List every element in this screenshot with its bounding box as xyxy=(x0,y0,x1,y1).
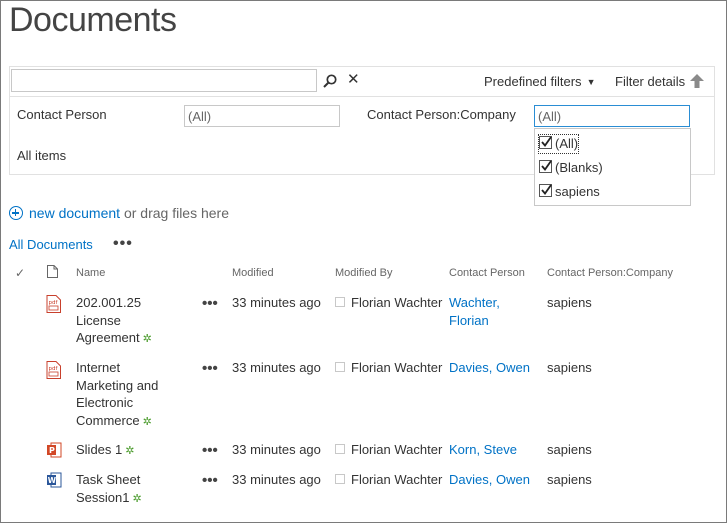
presence-icon xyxy=(335,362,345,372)
row-4-modified: 33 minutes ago xyxy=(232,472,321,487)
name-line: Session1 xyxy=(76,489,130,505)
file-type-header-icon xyxy=(47,265,58,278)
predefined-filters-label: Predefined filters xyxy=(484,74,582,89)
dropdown-option-sapiens[interactable]: sapiens xyxy=(539,183,600,201)
dropdown-option-all[interactable]: (All) xyxy=(537,134,580,154)
checkbox-checked-icon[interactable] xyxy=(539,136,552,149)
checkbox-checked-icon[interactable] xyxy=(539,184,552,197)
name-line: Internet xyxy=(76,360,121,375)
name-line: License xyxy=(76,312,121,328)
row-2-contact-person[interactable]: Davies, Owen xyxy=(449,359,530,377)
row-1-more-icon[interactable]: ••• xyxy=(202,295,218,312)
row-4-company: sapiens xyxy=(547,472,592,487)
search-input[interactable] xyxy=(11,69,317,92)
row-2-more-icon[interactable]: ••• xyxy=(202,360,218,377)
row-2-modified: 33 minutes ago xyxy=(232,360,321,375)
select-all-checkmark-icon[interactable]: ✓ xyxy=(15,266,25,280)
row-3-name[interactable]: Slides 1 ✲ xyxy=(76,441,176,461)
presence-icon xyxy=(335,444,345,454)
drag-hint: or drag files here xyxy=(123,205,230,221)
presence-icon xyxy=(335,297,345,307)
word-file-icon[interactable]: W xyxy=(46,472,62,488)
row-3-contact-person[interactable]: Korn, Steve xyxy=(449,441,517,459)
checkbox-checked-icon[interactable] xyxy=(539,160,552,173)
column-header-name[interactable]: Name xyxy=(76,267,105,279)
name-line: Marketing and xyxy=(76,377,159,393)
pdf-file-icon[interactable]: pdf xyxy=(46,295,62,313)
modified-by-name[interactable]: Florian Wachter xyxy=(351,360,442,375)
row-2-name[interactable]: Internet Marketing and Electronic Commer… xyxy=(76,359,176,431)
powerpoint-file-icon[interactable]: P xyxy=(46,442,62,458)
contact-line: Wachter, xyxy=(449,295,500,310)
arrow-up-icon[interactable] xyxy=(689,73,705,89)
svg-text:W: W xyxy=(48,476,57,485)
pdf-file-icon[interactable]: pdf xyxy=(46,361,62,379)
filter-label-contact-company: Contact Person:Company xyxy=(367,107,516,122)
name-line: 202.001.25 xyxy=(76,295,142,310)
column-header-modified[interactable]: Modified xyxy=(232,267,274,279)
new-document-link[interactable]: new document xyxy=(29,205,120,221)
contact-line: Davies, Owen xyxy=(449,472,530,487)
search-icon[interactable] xyxy=(322,73,338,89)
row-4-contact-person[interactable]: Davies, Owen xyxy=(449,471,530,489)
contact-company-filter-input[interactable]: (All) xyxy=(534,105,690,127)
name-line: Commerce xyxy=(76,412,140,428)
new-item-icon: ✲ xyxy=(142,333,152,345)
contact-line: Korn, Steve xyxy=(449,442,517,457)
row-3-modified-by: Florian Wachter xyxy=(335,441,442,459)
row-1-modified-by: Florian Wachter xyxy=(335,294,442,312)
filter-label-contact-person: Contact Person xyxy=(17,107,107,122)
new-item-icon: ✲ xyxy=(132,492,142,505)
dropdown-option-blanks[interactable]: (Blanks) xyxy=(539,159,603,177)
svg-text:pdf: pdf xyxy=(49,300,59,306)
row-2-modified-by: Florian Wachter xyxy=(335,359,442,377)
column-header-contact-company[interactable]: Contact Person:Company xyxy=(547,267,673,279)
column-header-modified-by[interactable]: Modified By xyxy=(335,267,392,279)
dropdown-option-label: (Blanks) xyxy=(555,160,603,175)
modified-by-name[interactable]: Florian Wachter xyxy=(351,472,442,487)
row-3-modified: 33 minutes ago xyxy=(232,442,321,457)
column-header-contact-person[interactable]: Contact Person xyxy=(449,267,525,279)
modified-by-name[interactable]: Florian Wachter xyxy=(351,442,442,457)
name-line: Agreement xyxy=(76,330,140,345)
name-line: Slides 1 xyxy=(76,442,123,457)
row-2-company: sapiens xyxy=(547,360,592,375)
modified-by-name[interactable]: Florian Wachter xyxy=(351,295,442,310)
company-filter-dropdown: (All) (Blanks) sapiens xyxy=(534,128,691,206)
svg-text:pdf: pdf xyxy=(49,366,59,372)
new-item-icon: ✲ xyxy=(142,415,152,428)
row-1-modified: 33 minutes ago xyxy=(232,295,321,310)
contact-person-filter-input[interactable]: (All) xyxy=(184,105,340,127)
page-title: Documents xyxy=(9,1,177,39)
row-4-name[interactable]: Task Sheet Session1 ✲ xyxy=(76,471,176,508)
clear-icon[interactable]: ✕ xyxy=(347,72,361,88)
caret-down-icon: ▼ xyxy=(586,77,596,87)
contact-line: Davies, Owen xyxy=(449,360,530,375)
dropdown-option-label: (All) xyxy=(555,136,579,151)
view-more-icon[interactable]: ••• xyxy=(113,235,133,253)
filter-details-link[interactable]: Filter details xyxy=(615,74,685,89)
row-4-modified-by: Florian Wachter xyxy=(335,471,442,489)
row-3-company: sapiens xyxy=(547,442,592,457)
row-3-more-icon[interactable]: ••• xyxy=(202,442,218,459)
add-circle-icon[interactable] xyxy=(9,206,23,220)
contact-line: Florian xyxy=(449,312,489,328)
name-line: Task Sheet xyxy=(76,472,141,487)
row-1-contact-person[interactable]: Wachter, Florian xyxy=(449,294,500,329)
new-item-icon: ✲ xyxy=(125,445,135,457)
presence-icon xyxy=(335,474,345,484)
view-label: All items xyxy=(17,148,67,163)
view-all-documents[interactable]: All Documents xyxy=(9,237,93,252)
new-document-row: new document or drag files here xyxy=(9,205,229,221)
name-line: Electronic xyxy=(76,395,134,410)
row-1-company: sapiens xyxy=(547,295,592,310)
row-4-more-icon[interactable]: ••• xyxy=(202,472,218,489)
row-1-name[interactable]: 202.001.25 License Agreement ✲ xyxy=(76,294,176,349)
svg-text:P: P xyxy=(49,446,55,455)
dropdown-option-label: sapiens xyxy=(555,184,600,199)
predefined-filters-dropdown[interactable]: Predefined filters ▼ xyxy=(484,74,595,89)
